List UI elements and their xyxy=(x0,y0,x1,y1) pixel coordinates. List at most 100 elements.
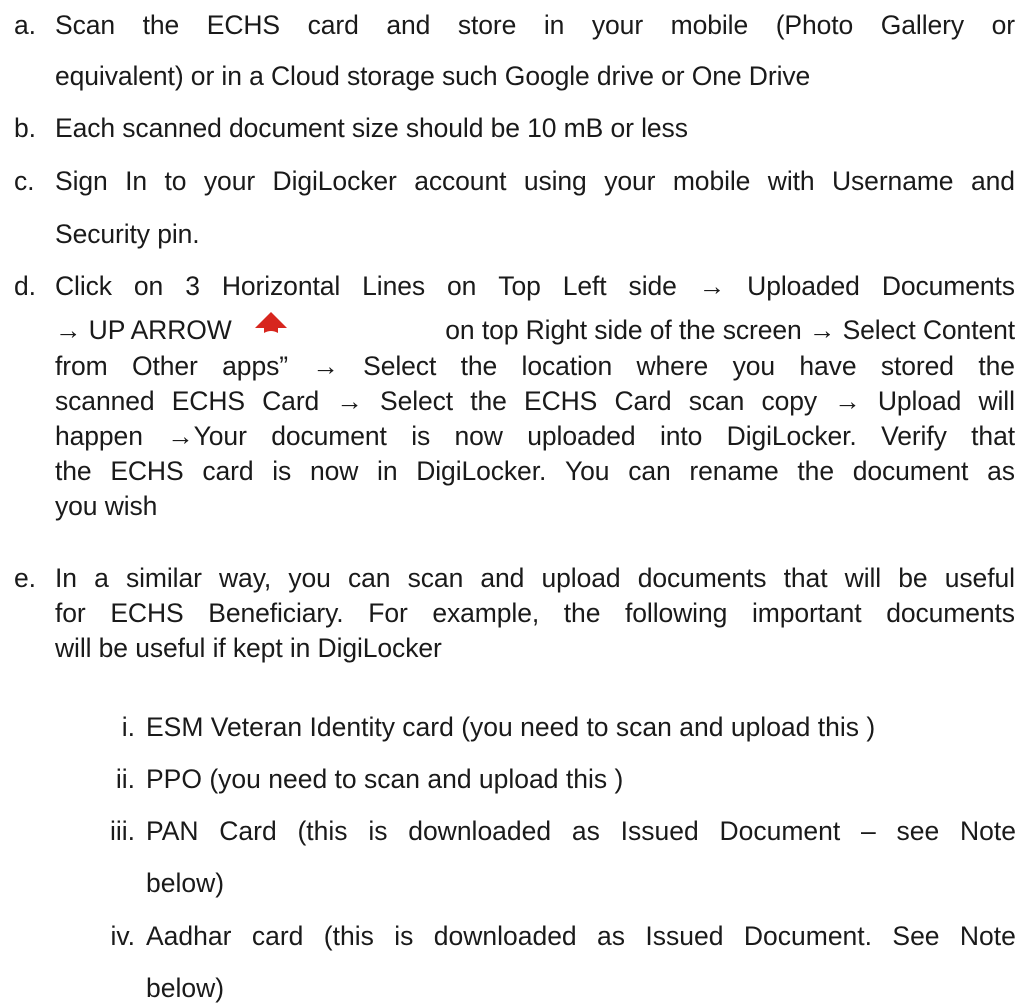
word: the xyxy=(797,456,834,486)
word: important xyxy=(751,598,862,628)
item-e-line-2: for ECHS Beneficiary. For example, the followi… xyxy=(55,598,1015,629)
word: In xyxy=(125,166,148,196)
sub-list-marker: iv. xyxy=(110,921,135,951)
word: to xyxy=(164,166,187,196)
word: Left xyxy=(562,271,607,301)
word: your xyxy=(604,166,656,196)
word: your xyxy=(203,166,256,196)
item-c-line-2: Security pin. xyxy=(55,219,200,249)
word: in xyxy=(543,10,565,40)
word: your xyxy=(591,10,644,40)
word: happen xyxy=(55,421,143,451)
word: see xyxy=(896,816,940,846)
word: Card xyxy=(262,386,320,416)
word: rename xyxy=(689,456,779,486)
item-d-line-2: → UP ARROW on top Right side of the scre… xyxy=(55,312,1015,347)
word: ECHS xyxy=(110,456,184,486)
word: card xyxy=(251,921,304,951)
word: Username xyxy=(832,166,954,196)
word: Gallery xyxy=(880,10,965,40)
sub-ii-line-1: PPO (you need to scan and upload this ) xyxy=(146,764,624,794)
word: DigiLocker. xyxy=(726,421,857,451)
word: can xyxy=(628,456,671,486)
sub-iv-line-2: below) xyxy=(146,973,225,1003)
word: Note xyxy=(959,921,1016,951)
word: Other xyxy=(132,351,198,381)
word: following xyxy=(625,598,728,628)
word: Sign xyxy=(55,166,108,196)
word: with xyxy=(767,166,815,196)
word: you xyxy=(732,351,776,381)
list-marker: a. xyxy=(14,10,36,40)
item-d-line-3: from Other apps” → Select the location where you… xyxy=(55,351,1015,382)
list-marker: d. xyxy=(14,271,36,301)
word: the xyxy=(978,351,1015,381)
word: that xyxy=(783,563,828,593)
word: can xyxy=(347,563,391,593)
word: downloaded xyxy=(408,816,552,846)
item-b-line-1: Each scanned document size should be 10 … xyxy=(55,113,688,143)
word: now xyxy=(309,456,359,486)
word: Select xyxy=(380,386,454,416)
word: as xyxy=(987,456,1015,486)
word: similar xyxy=(125,563,202,593)
word: way, xyxy=(219,563,272,593)
word: (this xyxy=(323,921,374,951)
word: mobile xyxy=(672,166,751,196)
document-page: a. Scan the ECHS card and store in your mobile (P… xyxy=(0,0,1025,1003)
item-d-line-4: scanned ECHS Card → Select the ECHS Card scan cop… xyxy=(55,386,1015,417)
word: the xyxy=(142,10,180,40)
word: Top xyxy=(498,271,541,301)
word: ECHS xyxy=(110,598,184,628)
word: scan xyxy=(407,563,464,593)
word: Uploaded xyxy=(747,271,860,301)
word: have xyxy=(799,351,857,381)
up-arrow-icon xyxy=(254,312,287,333)
list-marker: b. xyxy=(14,113,36,143)
word: documents xyxy=(637,563,767,593)
word: and xyxy=(480,563,525,593)
word: will xyxy=(844,563,882,593)
word: be xyxy=(898,563,928,593)
item-e-line-1: In a similar way, you can scan and upload documen… xyxy=(55,563,1015,594)
word: is xyxy=(272,456,292,486)
word: is xyxy=(394,921,414,951)
word: (this xyxy=(297,816,348,846)
word: – xyxy=(861,816,876,846)
word: the xyxy=(470,386,507,416)
item-a-line-1: Scan the ECHS card and store in your mobile (Phot… xyxy=(55,10,1015,41)
word: document xyxy=(852,456,969,486)
word: Verify xyxy=(881,421,947,451)
word: uploaded xyxy=(527,421,636,451)
word: stored xyxy=(880,351,954,381)
word: downloaded xyxy=(433,921,577,951)
list-marker: e. xyxy=(14,563,36,593)
word: Document xyxy=(719,816,841,846)
sub-list-marker: i. xyxy=(121,712,135,742)
word: in xyxy=(377,456,398,486)
sub-iv-line-1: Aadhar card (this is downloaded as Issued Docum… xyxy=(146,921,1016,952)
item-d-line-1: Click on 3 Horizontal Lines on Top Left side → Upl… xyxy=(55,271,1015,302)
word: See xyxy=(892,921,940,951)
word: location xyxy=(521,351,613,381)
sub-iii-line-2: below) xyxy=(146,868,225,898)
item-d-line-2b: on top Right side of the screen → Select… xyxy=(445,315,1015,345)
word: →Your xyxy=(167,421,247,451)
word: Aadhar xyxy=(146,921,232,951)
word: account xyxy=(414,166,507,196)
word: now xyxy=(454,421,503,451)
word: for xyxy=(55,598,86,628)
word: Select xyxy=(363,351,437,381)
word: useful xyxy=(944,563,1015,593)
word: and xyxy=(970,166,1015,196)
word: Horizontal xyxy=(221,271,341,301)
word: the xyxy=(563,598,601,628)
word: You xyxy=(565,456,610,486)
word: Card xyxy=(219,816,277,846)
word: → xyxy=(834,386,861,416)
word: Beneficiary. xyxy=(208,598,344,628)
word: → xyxy=(312,351,339,381)
word: or xyxy=(991,10,1015,40)
word: Upload xyxy=(877,386,962,416)
word: the xyxy=(460,351,498,381)
